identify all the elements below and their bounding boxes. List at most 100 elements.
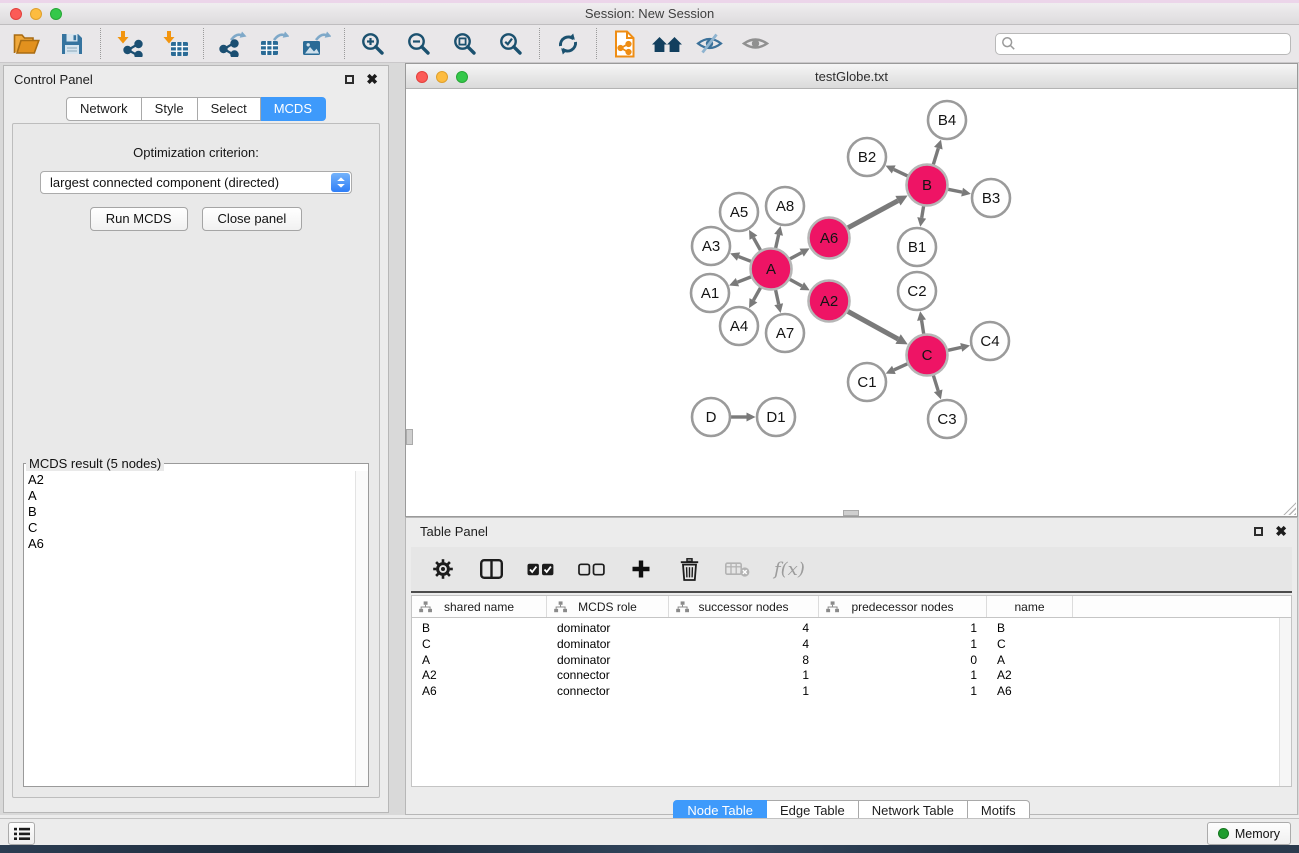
graph-node-A3[interactable]: A3 — [692, 227, 730, 265]
show-all-panels-button[interactable] — [651, 28, 683, 60]
graph-node-A6[interactable]: A6 — [809, 218, 850, 259]
column-header-name[interactable]: name — [987, 596, 1073, 617]
zoom-selected-button[interactable] — [495, 28, 527, 60]
table-cell[interactable]: 4 — [669, 621, 819, 637]
graph-edge-C-C2[interactable] — [922, 320, 924, 334]
table-float-button[interactable] — [1254, 527, 1263, 536]
toggle-column-panel-button[interactable] — [479, 559, 503, 579]
graph-node-D[interactable]: D — [692, 398, 730, 436]
table-cell[interactable]: 0 — [819, 653, 987, 669]
graph-node-A4[interactable]: A4 — [720, 307, 758, 345]
table-cell[interactable]: connector — [547, 668, 669, 684]
graph-node-B2[interactable]: B2 — [848, 138, 886, 176]
float-panel-button[interactable] — [345, 75, 354, 84]
table-cell[interactable]: B — [412, 621, 547, 637]
graph-node-C2[interactable]: C2 — [898, 272, 936, 310]
close-window-button[interactable] — [10, 8, 22, 20]
close-panel-action-button[interactable]: Close panel — [202, 207, 303, 231]
table-cell[interactable]: B — [987, 621, 1073, 637]
column-header-successor-nodes[interactable]: successor nodes — [669, 596, 819, 617]
column-header-mcds-role[interactable]: MCDS role — [547, 596, 669, 617]
graph-edge-A-A1[interactable] — [737, 277, 751, 282]
table-cell[interactable]: 8 — [669, 653, 819, 669]
network-minimize-button[interactable] — [436, 71, 448, 83]
zoom-window-button[interactable] — [50, 8, 62, 20]
graph-node-B[interactable]: B — [907, 165, 948, 206]
graph-edge-B-B4[interactable] — [933, 148, 938, 164]
table-cell[interactable]: 1 — [669, 684, 819, 700]
table-row[interactable]: A6connector11A6 — [412, 684, 1279, 700]
table-settings-button[interactable] — [431, 558, 455, 580]
select-all-columns-button[interactable] — [527, 563, 554, 576]
table-cell[interactable]: A2 — [412, 668, 547, 684]
table-cell[interactable]: 1 — [819, 637, 987, 653]
graph-node-C4[interactable]: C4 — [971, 322, 1009, 360]
graph-node-C[interactable]: C — [907, 335, 948, 376]
tab-style[interactable]: Style — [142, 97, 198, 121]
graph-node-C1[interactable]: C1 — [848, 363, 886, 401]
table-cell[interactable]: 1 — [819, 668, 987, 684]
export-network-button[interactable] — [216, 28, 248, 60]
table-cell[interactable]: 1 — [819, 684, 987, 700]
graph-node-A2[interactable]: A2 — [809, 281, 850, 322]
graph-node-A1[interactable]: A1 — [691, 274, 729, 312]
graph-node-A7[interactable]: A7 — [766, 314, 804, 352]
graph-edge-B-B3[interactable] — [948, 189, 962, 192]
result-item[interactable]: A2 — [28, 472, 351, 488]
graph-edge-C-C4[interactable] — [948, 347, 961, 350]
column-header-predecessor-nodes[interactable]: predecessor nodes — [819, 596, 987, 617]
tab-select[interactable]: Select — [198, 97, 261, 121]
table-row[interactable]: Cdominator41C — [412, 637, 1279, 653]
table-cell[interactable]: 1 — [819, 621, 987, 637]
toggle-birdseye-button[interactable] — [739, 28, 771, 60]
graph-node-C3[interactable]: C3 — [928, 400, 966, 438]
graph-edge-A6-B[interactable] — [848, 201, 898, 228]
tab-network[interactable]: Network — [66, 97, 142, 121]
table-row[interactable]: Adominator80A — [412, 653, 1279, 669]
graph-edge-B-B1[interactable] — [922, 206, 924, 218]
table-cell[interactable]: connector — [547, 684, 669, 700]
delete-column-button[interactable] — [677, 558, 701, 581]
search-input[interactable] — [1016, 35, 1285, 53]
network-canvas[interactable]: B4B2BB3A5A8A6B1A3AA1C2A2A4A7C4CC1C3DD1 — [406, 89, 1297, 516]
export-image-button[interactable] — [300, 28, 332, 60]
graph-edge-A-A6[interactable] — [790, 253, 802, 259]
graph-node-B3[interactable]: B3 — [972, 179, 1010, 217]
table-scrollbar[interactable] — [1279, 618, 1291, 786]
graph-node-B4[interactable]: B4 — [928, 101, 966, 139]
result-item[interactable]: A6 — [28, 536, 351, 552]
graph-edge-A-A8[interactable] — [776, 235, 779, 248]
task-history-button[interactable] — [8, 822, 35, 845]
graph-node-A8[interactable]: A8 — [766, 187, 804, 225]
canvas-left-handle[interactable] — [406, 429, 413, 445]
graph-node-A[interactable]: A — [751, 249, 792, 290]
close-panel-button[interactable]: ✖ — [366, 74, 378, 84]
minimize-window-button[interactable] — [30, 8, 42, 20]
result-item[interactable]: C — [28, 520, 351, 536]
graph-edge-A-A4[interactable] — [753, 288, 760, 301]
table-cell[interactable]: dominator — [547, 653, 669, 669]
table-cell[interactable]: C — [987, 637, 1073, 653]
graph-edge-A2-C[interactable] — [848, 311, 898, 339]
table-cell[interactable]: A6 — [412, 684, 547, 700]
graph-edge-A-A2[interactable] — [790, 279, 802, 286]
import-table-button[interactable] — [159, 28, 191, 60]
search-field[interactable] — [995, 33, 1291, 55]
graph-edge-A-A3[interactable] — [739, 257, 751, 262]
table-cell[interactable]: 1 — [669, 668, 819, 684]
open-session-button[interactable] — [10, 28, 42, 60]
memory-button[interactable]: Memory — [1207, 822, 1291, 845]
deselect-all-columns-button[interactable] — [578, 563, 605, 576]
create-column-button[interactable] — [629, 559, 653, 579]
new-network-from-selection-button[interactable] — [609, 28, 641, 60]
export-table-button[interactable] — [258, 28, 290, 60]
network-zoom-button[interactable] — [456, 71, 468, 83]
save-session-button[interactable] — [56, 28, 88, 60]
zoom-fit-button[interactable] — [449, 28, 481, 60]
import-network-button[interactable] — [113, 28, 145, 60]
optimization-criterion-dropdown[interactable]: largest connected component (directed) — [40, 171, 352, 194]
result-scrollbar[interactable] — [355, 471, 368, 786]
table-cell[interactable]: dominator — [547, 637, 669, 653]
table-row[interactable]: A2connector11A2 — [412, 668, 1279, 684]
table-cell[interactable]: dominator — [547, 621, 669, 637]
